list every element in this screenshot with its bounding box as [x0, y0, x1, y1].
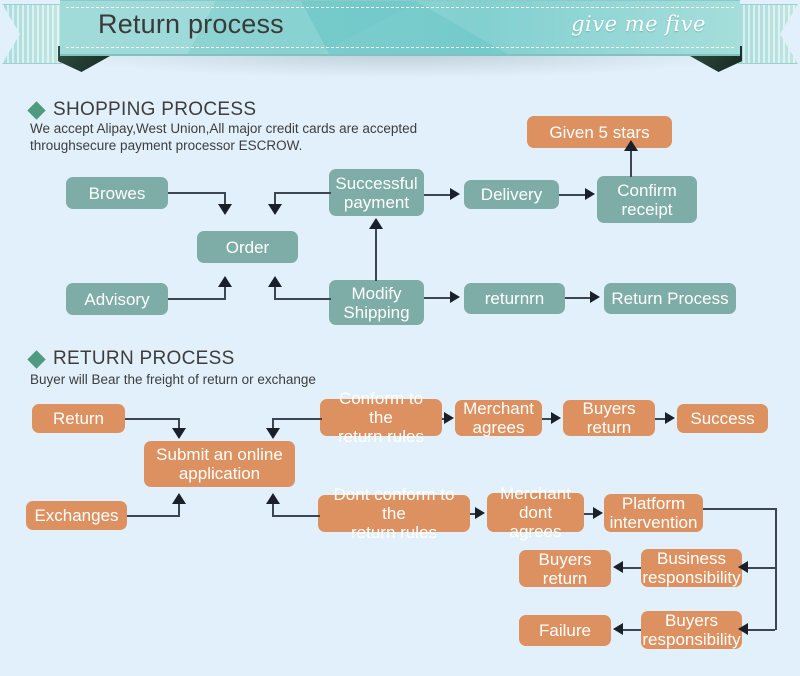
ribbon-tail-left	[2, 4, 62, 64]
connector-returnrn-returnprocess	[565, 297, 592, 299]
connector-confirm-stars-v	[630, 150, 632, 177]
arrowhead-conform-back-down	[266, 428, 280, 439]
connector-return-h	[125, 418, 180, 420]
node-buyers-return-bottom[interactable]: Buyers return	[519, 550, 611, 588]
arrowhead-exchanges-up	[172, 493, 186, 504]
node-conform-rules[interactable]: Conform to the return rules	[320, 389, 442, 446]
ribbon-tail-right	[738, 4, 798, 64]
connector-conform-back-h	[272, 418, 322, 420]
connector-advisory-h	[168, 298, 226, 300]
diamond-bullet-icon-2	[27, 349, 46, 369]
banner-tagline: give me five	[571, 12, 706, 36]
arrowhead-buyersresp-failure	[613, 623, 623, 635]
node-merchant-dont-agrees[interactable]: Merchant dont agrees	[487, 484, 584, 541]
connector-advisory-v	[224, 286, 226, 300]
node-modify-shipping[interactable]: Modify Shipping	[329, 280, 424, 325]
connector-modify-up-v	[375, 228, 377, 281]
node-delivery[interactable]: Delivery	[464, 180, 559, 209]
node-business-responsibility[interactable]: Business responsibility	[641, 549, 742, 587]
arrowhead-buyers-success	[665, 412, 675, 424]
node-advisory[interactable]: Advisory	[66, 283, 168, 315]
connector-modify-left-v	[274, 286, 276, 300]
section-subtitle-shopping: We accept Alipay,West Union,All major cr…	[30, 121, 418, 153]
section-title-shopping: SHOPPING PROCESS	[53, 99, 257, 120]
banner-body: Return process give me five	[60, 0, 740, 56]
arrowhead-payment-back-down	[268, 204, 282, 215]
arrowhead-confirm-stars-up	[624, 140, 638, 151]
connector-dontconform-back-h	[272, 515, 320, 517]
node-buyers-responsibility[interactable]: Buyers responsibility	[641, 611, 742, 649]
node-failure[interactable]: Failure	[519, 615, 611, 646]
connector-exchanges-h	[127, 515, 180, 517]
section-heading-shopping: SHOPPING PROCESS	[27, 99, 257, 121]
ribbon-stripes-left	[2, 5, 62, 63]
diamond-bullet-icon	[27, 100, 46, 120]
connector-buyersresp-failure	[623, 629, 641, 631]
node-given-5-stars[interactable]: Given 5 stars	[527, 116, 672, 148]
node-merchant-agrees[interactable]: Merchant agrees	[455, 399, 542, 437]
page-title: Return process	[98, 9, 284, 39]
section-title-return: RETURN PROCESS	[53, 348, 235, 369]
arrowhead-conform-merchant	[444, 412, 454, 424]
node-confirm-receipt[interactable]: Confirm receipt	[597, 176, 697, 223]
connector-delivery-confirm	[559, 194, 587, 196]
node-browes[interactable]: Browes	[66, 177, 168, 209]
arrowhead-browes-down	[218, 204, 232, 215]
connector-platform-to-buyers-h	[748, 629, 775, 631]
node-submit-application[interactable]: Submit an online application	[144, 441, 295, 487]
arrowhead-modify-returnrn	[450, 291, 460, 303]
section-subtitle-return: Buyer will Bear the freight of return or…	[30, 372, 316, 387]
node-order[interactable]: Order	[197, 231, 298, 263]
node-platform-intervention[interactable]: Platform intervention	[604, 494, 703, 532]
connector-dontconform-back-v	[272, 503, 274, 516]
connector-modify-returnrn	[424, 297, 452, 299]
connector-exchanges-v	[178, 503, 180, 516]
arrowhead-business-responsibility-left	[738, 561, 748, 573]
node-dont-conform-rules[interactable]: Dont conform to the return rules	[318, 485, 470, 542]
node-exchanges[interactable]: Exchanges	[26, 501, 127, 530]
arrowhead-merchant-buyers	[551, 412, 561, 424]
arrowhead-returnrn-returnprocess	[590, 291, 600, 303]
arrowhead-buyers-responsibility-left	[738, 623, 748, 635]
connector-payment-delivery	[424, 194, 452, 196]
page-banner: Return process give me five	[0, 0, 800, 80]
connector-browes-h	[168, 192, 226, 194]
arrowhead-modify-left-up	[268, 276, 282, 287]
arrowhead-business-buyersreturn	[613, 561, 623, 573]
arrowhead-dontconform-merchant	[475, 507, 485, 519]
arrowhead-return-down	[172, 428, 186, 439]
connector-payment-back-h	[274, 192, 331, 194]
arrowhead-dontconform-back-up	[266, 493, 280, 504]
node-return-process[interactable]: Return Process	[604, 283, 736, 314]
node-successful-payment[interactable]: Successful payment	[329, 169, 424, 216]
connector-modify-left-h	[274, 298, 331, 300]
arrowhead-modify-up	[369, 218, 383, 229]
section-heading-return: RETURN PROCESS	[27, 348, 235, 370]
node-return[interactable]: Return	[32, 404, 125, 433]
arrowhead-payment-delivery	[450, 188, 460, 200]
arrowhead-merchantdont-platform	[593, 507, 603, 519]
ribbon-stripes-right	[738, 5, 798, 63]
connector-platform-to-business-h	[748, 567, 775, 569]
connector-platform-bus-v	[775, 508, 777, 630]
arrowhead-delivery-confirm	[585, 188, 595, 200]
connector-business-buyersreturn	[623, 567, 641, 569]
node-success[interactable]: Success	[677, 404, 768, 433]
connector-platform-bus-h	[703, 508, 777, 510]
node-buyers-return-top[interactable]: Buyers return	[563, 399, 655, 437]
arrowhead-advisory-up	[218, 276, 232, 287]
node-returnrn[interactable]: returnrn	[464, 283, 565, 314]
